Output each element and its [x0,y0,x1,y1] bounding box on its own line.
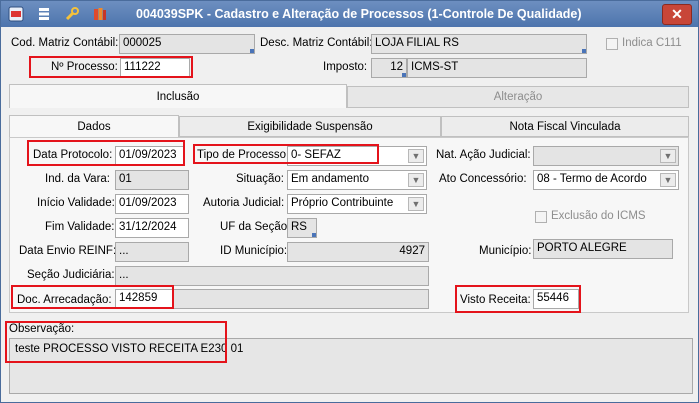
data-protocolo-value: 01/09/2023 [119,149,177,161]
id-municipio-field[interactable]: 4927 [287,242,429,262]
tipo-processo-value: 0- SEFAZ [291,149,341,161]
observacao-textarea[interactable]: teste PROCESSO VISTO RECEITA E230 01 [9,338,693,394]
imposto-code-value: 12 [390,61,403,73]
field-corner-icon [312,233,316,237]
nat-acao-select[interactable]: ▼ [533,146,679,166]
indica-c111-checkbox[interactable] [606,38,618,50]
ind-vara-label: Ind. da Vara: [45,173,110,185]
stack-icon[interactable] [35,5,53,23]
visto-receita-label: Visto Receita: [460,294,531,306]
chevron-down-icon[interactable]: ▼ [408,173,424,187]
n-processo-value: 111222 [124,61,161,73]
autoria-label: Autoria Judicial: [203,197,285,209]
app-menu-icon[interactable] [7,5,25,23]
subtab-nota-fiscal-label: Nota Fiscal Vinculada [509,120,621,133]
visto-receita-field[interactable]: 55446 [533,289,579,309]
cod-matriz-label: Cod. Matriz Contábil: [11,37,119,49]
ato-label: Ato Concessório: [439,173,527,185]
secao-judiciaria-label: Seção Judiciária: [27,269,115,281]
situacao-label: Situação: [236,173,284,185]
secao-judiciaria-value: ... [119,269,129,281]
ato-value: 08 - Termo de Acordo [537,173,647,185]
data-protocolo-label: Data Protocolo: [33,149,113,161]
subtab-exigibilidade-label: Exigibilidade Suspensão [247,120,373,133]
tipo-processo-select[interactable]: 0- SEFAZ ▼ [287,146,427,166]
fim-validade-field[interactable]: 31/12/2024 [115,218,189,238]
situacao-select[interactable]: Em andamento ▼ [287,170,427,190]
title-bar: 004039SPK - Cadastro e Alteração de Proc… [1,1,698,27]
exclusao-icms-checkbox[interactable] [535,211,547,223]
inicio-validade-label: Início Validade: [37,197,115,209]
main-window: 004039SPK - Cadastro e Alteração de Proc… [0,0,699,403]
data-envio-reinf-label: Data Envio REINF: [19,245,117,257]
window-title: 004039SPK - Cadastro e Alteração de Proc… [136,7,582,21]
desc-matriz-field[interactable]: LOJA FILIAL RS [371,34,587,54]
cod-matriz-field[interactable]: 000025 [119,34,255,54]
fim-validade-label: Fim Validade: [45,221,115,233]
id-municipio-label: ID Município: [220,245,288,257]
desc-matriz-value: LOJA FILIAL RS [375,37,459,49]
n-processo-field[interactable]: 111222 [120,58,190,78]
wrench-icon[interactable] [63,5,81,23]
inicio-validade-value: 01/09/2023 [119,197,177,209]
doc-arrecadacao-extra-field [173,289,429,309]
imposto-desc-field[interactable]: ICMS-ST [407,58,587,78]
uf-secao-field[interactable]: RS [287,218,317,238]
tab-inclusao[interactable]: Inclusão [9,84,347,108]
secao-judiciaria-field[interactable]: ... [115,266,429,286]
observacao-value: teste PROCESSO VISTO RECEITA E230 01 [15,343,244,355]
autoria-select[interactable]: Próprio Contribuinte ▼ [287,194,427,214]
field-corner-icon [250,49,254,53]
doc-arrecadacao-field[interactable]: 142859 [115,289,173,309]
chevron-down-icon[interactable]: ▼ [408,149,424,163]
data-envio-reinf-value: ... [119,245,129,257]
ind-vara-field[interactable]: 01 [115,170,189,190]
ato-select[interactable]: 08 - Termo de Acordo ▼ [533,170,679,190]
field-corner-icon [402,73,406,77]
doc-arrecadacao-label: Doc. Arrecadação: [17,294,112,306]
municipio-value: PORTO ALEGRE [537,242,627,254]
close-button[interactable]: ✕ [662,4,692,25]
ind-vara-value: 01 [119,173,132,185]
uf-secao-label: UF da Seção: [220,221,291,233]
observacao-label: Observação: [9,323,75,335]
indica-c111-label: Indica C111 [622,37,682,49]
subtab-exigibilidade[interactable]: Exigibilidade Suspensão [179,116,441,137]
uf-secao-value: RS [291,221,307,233]
subtab-nota-fiscal[interactable]: Nota Fiscal Vinculada [441,116,689,137]
subtab-dados-label: Dados [77,120,111,133]
fim-validade-value: 31/12/2024 [119,221,177,233]
imposto-code-field[interactable]: 12 [371,58,407,78]
field-corner-icon [582,49,586,53]
doc-arrecadacao-value: 142859 [119,292,158,304]
imposto-desc-value: ICMS-ST [411,61,459,73]
autoria-value: Próprio Contribuinte [291,197,394,209]
municipio-label: Município: [479,245,532,257]
chevron-down-icon[interactable]: ▼ [660,149,676,163]
id-municipio-value: 4927 [399,245,425,257]
tab-alteracao[interactable]: Alteração [347,86,689,108]
subtab-dados[interactable]: Dados [9,115,179,137]
situacao-value: Em andamento [291,173,369,185]
books-icon[interactable] [91,5,109,23]
imposto-label: Imposto: [323,61,368,73]
data-envio-reinf-field[interactable]: ... [115,242,189,262]
tipo-processo-label: Tipo de Processo: [197,149,290,161]
tab-alteracao-label: Alteração [493,91,543,103]
exclusao-icms-label: Exclusão do ICMS [551,210,646,222]
data-protocolo-field[interactable]: 01/09/2023 [115,146,185,166]
inicio-validade-field[interactable]: 01/09/2023 [115,194,189,214]
nat-acao-label: Nat. Ação Judicial: [436,149,531,161]
visto-receita-value: 55446 [537,292,569,304]
municipio-field[interactable]: PORTO ALEGRE [533,239,673,259]
chevron-down-icon[interactable]: ▼ [660,173,676,187]
n-processo-label: Nº Processo: [51,61,118,73]
tab-inclusao-label: Inclusão [156,90,200,103]
chevron-down-icon[interactable]: ▼ [408,197,424,211]
desc-matriz-label: Desc. Matriz Contábil: [260,37,373,49]
cod-matriz-value: 000025 [123,37,162,49]
